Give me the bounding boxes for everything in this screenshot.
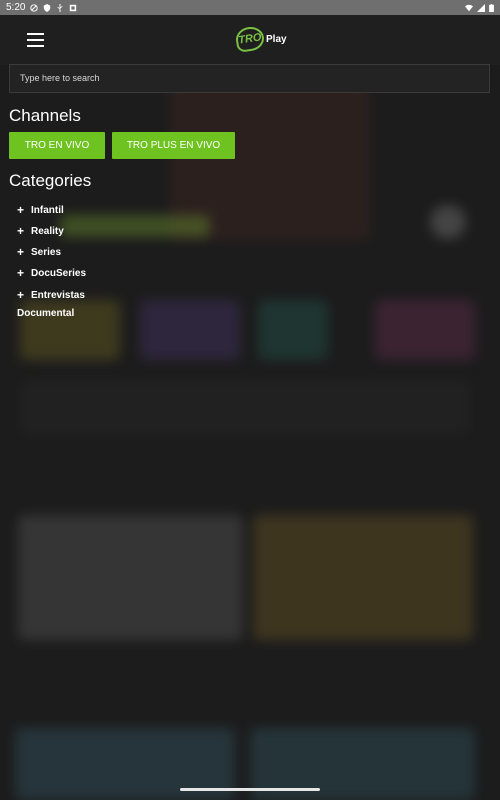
tro-en-vivo-button[interactable]: TRO EN VIVO: [9, 132, 105, 159]
category-label: Series: [31, 246, 62, 258]
usb-icon: [57, 3, 64, 12]
plus-icon: +: [17, 224, 25, 238]
shield-icon: [44, 3, 51, 12]
category-label: DocuSeries: [31, 267, 87, 279]
gesture-home-bar[interactable]: [180, 788, 320, 791]
channels-heading: Channels: [9, 106, 81, 125]
plus-icon: +: [17, 288, 25, 302]
status-time: 5:20: [6, 2, 26, 13]
plus-icon: +: [17, 266, 25, 280]
tro-plus-en-vivo-button[interactable]: TRO PLUS EN VIVO: [112, 132, 235, 159]
wifi-icon: [465, 4, 473, 11]
category-infantil[interactable]: + Infantil: [17, 203, 64, 217]
do-not-disturb-icon: [30, 3, 39, 12]
category-label: Reality: [31, 225, 64, 237]
status-bar: 5:20: [0, 0, 500, 15]
plus-icon: +: [17, 245, 25, 259]
logo-mark: TRO: [234, 25, 266, 53]
categories-heading: Categories: [9, 171, 92, 190]
app-icon: [70, 4, 77, 11]
menu-icon[interactable]: [27, 33, 45, 47]
top-app-bar: TRO Play: [0, 15, 500, 65]
app-logo[interactable]: TRO Play: [234, 25, 287, 53]
category-docuseries[interactable]: + DocuSeries: [17, 266, 86, 280]
signal-icon: [477, 3, 485, 12]
category-label: Infantil: [31, 204, 64, 216]
search-input[interactable]: Type here to search: [9, 64, 490, 93]
battery-icon: [489, 3, 494, 12]
category-reality[interactable]: + Reality: [17, 224, 64, 238]
plus-icon: +: [17, 203, 25, 217]
category-series[interactable]: + Series: [17, 245, 61, 259]
category-documental[interactable]: Documental: [17, 308, 74, 319]
category-entrevistas[interactable]: + Entrevistas: [17, 288, 85, 302]
category-label: Documental: [17, 308, 75, 319]
category-label: Entrevistas: [31, 289, 85, 301]
logo-word: Play: [266, 33, 287, 45]
